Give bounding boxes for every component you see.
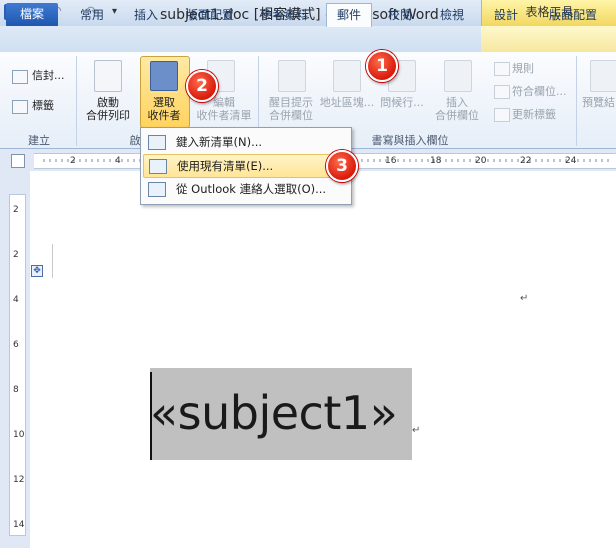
tab-references[interactable]: 參考資料 [254,4,314,26]
vertical-ruler-number: 4 [13,295,19,305]
tab-mailings[interactable]: 郵件 [326,3,372,27]
table-gridline [52,244,53,278]
select-recipients-label-1: 選取 [153,96,175,109]
outlook-contacts-icon [148,182,166,197]
text-cursor [150,372,152,460]
vertical-ruler-number: 10 [13,430,25,440]
insert-merge-field-label-2[interactable]: 合併欄位 [428,109,486,122]
existing-list-icon [149,159,167,174]
address-block-button[interactable]: 地址區塊... [318,96,376,109]
rules-button[interactable]: 規則 [512,62,534,75]
greeting-line-button[interactable]: 問候行... [376,96,428,109]
ruler-number: 22 [520,156,532,166]
preview-results-icon [590,60,616,92]
vertical-ruler-number: 6 [13,340,19,350]
start-mail-merge-label-2[interactable]: 合併列印 [80,109,136,122]
ruler-number: 4 [115,156,121,166]
menu-item-type-new-list[interactable]: 鍵入新清單(N)... [143,131,349,153]
menu-item-outlook-contacts[interactable]: 從 Outlook 連絡人選取(O)... [143,178,349,200]
vertical-ruler-number: 14 [13,520,25,530]
ruler-number: 16 [385,156,397,166]
match-fields-icon [494,85,510,99]
callout-badge-1: 1 [366,50,398,82]
paragraph-mark: ↵ [412,425,421,436]
vertical-ruler-number: 2 [13,205,19,215]
tab-insert[interactable]: 插入 [126,4,166,26]
table-move-handle-icon[interactable]: ✥ [31,265,43,277]
vertical-ruler-number: 12 [13,475,25,485]
tab-page-layout[interactable]: 版面配置 [180,4,240,26]
rules-icon [494,62,510,76]
ruler-number: 24 [565,156,577,166]
highlight-merge-fields-label-1[interactable]: 醒目提示 [262,96,320,109]
start-mail-merge-icon [94,60,122,92]
tab-selector[interactable] [11,154,25,168]
merge-field-subject1[interactable]: «subject1» [150,386,398,440]
update-labels-icon [494,108,510,122]
group-separator [576,56,577,146]
address-block-icon [333,60,361,92]
tab-view[interactable]: 檢視 [432,4,472,26]
edit-recipient-list-label-2[interactable]: 收件者清單 [192,109,256,122]
label-icon [12,100,28,114]
highlight-merge-fields-label-2[interactable]: 合併欄位 [262,109,320,122]
vertical-ruler-number: 8 [13,385,19,395]
envelopes-button[interactable]: 信封... [32,69,65,82]
preview-results-button[interactable]: 預覽結 [582,96,615,109]
ruler-number: 2 [70,156,76,166]
labels-button[interactable]: 標籤 [32,99,54,112]
document-page[interactable] [30,171,616,548]
insert-merge-field-label-1[interactable]: 插入 [428,96,486,109]
select-recipients-menu: 鍵入新清單(N)... 使用現有清單(E)... 從 Outlook 連絡人選取… [140,127,352,205]
envelope-icon [12,70,28,84]
update-labels-button[interactable]: 更新標籤 [512,108,556,121]
new-list-icon [148,135,166,150]
callout-badge-3: 3 [326,150,358,182]
select-recipients-icon [150,61,178,91]
tab-design[interactable]: 設計 [486,4,526,26]
ruler-number: 18 [430,156,442,166]
vertical-ruler-number: 2 [13,250,19,260]
tab-table-layout[interactable]: 版面配置 [540,4,606,26]
ruler-number: 20 [475,156,487,166]
insert-merge-field-icon [444,60,472,92]
group-create-label: 建立 [28,134,50,147]
group-separator [76,56,77,146]
callout-badge-2: 2 [186,70,218,102]
select-recipients-label-2: 收件者 [147,109,181,122]
menu-item-use-existing-list[interactable]: 使用現有清單(E)... [143,154,349,178]
tab-home[interactable]: 常用 [72,4,112,26]
contextual-tab-area [481,26,616,52]
tab-file[interactable]: 檔案 [6,3,58,26]
match-fields-button[interactable]: 符合欄位... [512,85,567,98]
group-write-insert-label: 書寫與插入欄位 [371,134,449,147]
start-mail-merge-label-1[interactable]: 啟動 [80,96,136,109]
paragraph-mark: ↵ [520,293,529,304]
highlight-merge-fields-icon [278,60,306,92]
tab-review[interactable]: 校閱 [382,4,418,26]
